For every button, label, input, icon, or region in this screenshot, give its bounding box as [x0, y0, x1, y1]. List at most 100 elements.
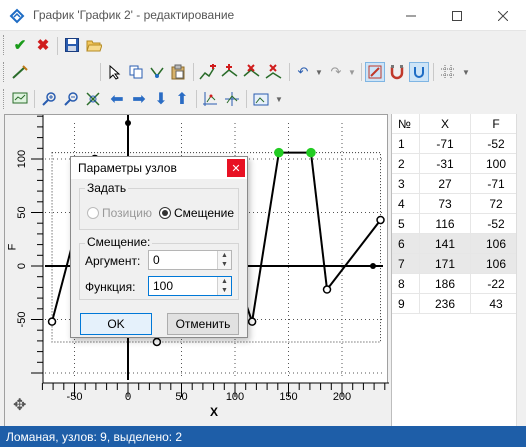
cell-number: 7 — [392, 254, 420, 274]
apply-button[interactable]: ✔ — [10, 35, 30, 55]
grid-settings-button[interactable] — [438, 62, 458, 82]
status-text: Ломаная, узлов: 9, выделено: 2 — [6, 430, 183, 444]
redo-dropdown[interactable]: ▼ — [342, 62, 362, 82]
magnet-button[interactable] — [387, 62, 407, 82]
delete-node-button[interactable] — [264, 62, 284, 82]
magnet-icon — [390, 65, 404, 80]
snap-nodes-toggle[interactable] — [365, 62, 385, 82]
radio-position[interactable]: Позицию — [87, 206, 152, 220]
pan-move-icon[interactable]: ✥ — [13, 395, 26, 415]
graph-node-selected[interactable] — [274, 147, 284, 158]
table-row[interactable]: 5 116 -52 — [392, 214, 526, 234]
minimize-button[interactable] — [388, 0, 434, 31]
graph-node[interactable] — [322, 285, 332, 294]
radio-offset[interactable]: Смещение — [159, 206, 234, 220]
move-nodes-button[interactable] — [222, 89, 242, 109]
table-row[interactable]: 2 -31 100 — [392, 154, 526, 174]
window-title: График 'График 2' - редактирование — [33, 8, 235, 22]
separator — [196, 90, 197, 108]
paste-button[interactable] — [168, 62, 188, 82]
minimize-icon — [406, 15, 416, 16]
spinner-buttons[interactable]: ▲ ▼ — [217, 277, 231, 295]
function-label: Функция: — [85, 280, 136, 294]
separator — [193, 63, 194, 81]
pan-up-button[interactable]: ⬆ — [172, 89, 192, 109]
grid-dropdown[interactable]: ▼ — [456, 62, 476, 82]
add-node-button[interactable] — [198, 62, 218, 82]
arrow-down-icon: ⬇ — [154, 91, 168, 108]
monitor-icon — [12, 92, 28, 104]
cancel-edit-button[interactable]: ✖ — [33, 35, 53, 55]
table-row[interactable]: 7 171 106 — [392, 254, 526, 274]
toolbar-grip — [3, 62, 6, 82]
table-row[interactable]: 4 73 72 — [392, 194, 526, 214]
save-button[interactable] — [62, 35, 82, 55]
chevron-up-icon: ▲ — [221, 278, 228, 285]
cell-x: -31 — [420, 154, 471, 174]
table-row[interactable]: 9 236 43 — [392, 294, 526, 314]
spinner-buttons[interactable]: ▲ ▼ — [217, 251, 231, 269]
line-style-button[interactable] — [10, 62, 30, 82]
separator — [361, 63, 362, 81]
close-icon — [498, 10, 508, 21]
graph-node[interactable] — [247, 317, 257, 326]
argument-spinner[interactable]: 0 ▲ ▼ — [148, 250, 232, 270]
maximize-button[interactable] — [434, 0, 480, 31]
table-row[interactable]: 6 141 106 — [392, 234, 526, 254]
move-nodes-icon — [225, 92, 239, 106]
cancel-button[interactable]: Отменить — [167, 313, 239, 335]
select-tool-button[interactable] — [105, 62, 125, 82]
export-dropdown[interactable]: ▼ — [269, 89, 289, 109]
delete-segment-button[interactable] — [242, 62, 262, 82]
table-row[interactable]: 8 186 -22 — [392, 274, 526, 294]
close-window-button[interactable] — [480, 0, 526, 31]
redo-icon: ↷ — [330, 64, 342, 79]
cell-f: 72 — [471, 194, 522, 214]
snap-node-icon — [368, 65, 382, 79]
zoom-fit-button[interactable] — [83, 89, 103, 109]
header-x: X — [420, 114, 471, 134]
connect-nodes-button[interactable] — [147, 62, 167, 82]
fit-view-button[interactable] — [10, 89, 30, 109]
table-scrollbar[interactable] — [516, 114, 526, 426]
snap-grid-toggle[interactable] — [409, 62, 429, 82]
table-row[interactable]: 1 -71 -52 — [392, 134, 526, 154]
chevron-down-icon: ▼ — [462, 67, 470, 77]
pan-down-button[interactable]: ⬇ — [151, 89, 171, 109]
zoom-out-icon — [64, 92, 78, 106]
node-params-button[interactable] — [200, 89, 220, 109]
graph-node[interactable] — [47, 317, 57, 326]
radio-circle — [87, 207, 99, 219]
copy-button[interactable] — [126, 62, 146, 82]
zoom-fit-icon — [86, 92, 100, 106]
y-axis-end-marker — [125, 120, 131, 126]
graph-node[interactable] — [376, 215, 385, 225]
function-spinner[interactable]: 100 ▲ ▼ — [148, 276, 232, 296]
cell-x: 186 — [420, 274, 471, 294]
x-tick-label: 0 — [125, 391, 131, 403]
zoom-out-button[interactable] — [61, 89, 81, 109]
argument-value: 0 — [153, 253, 160, 267]
cell-number: 8 — [392, 274, 420, 294]
image-export-button[interactable] — [251, 89, 271, 109]
table-row[interactable]: 3 27 -71 — [392, 174, 526, 194]
graph-segment — [326, 219, 382, 291]
maximize-icon — [452, 10, 462, 21]
insert-node-button[interactable] — [220, 62, 240, 82]
nodes-table[interactable]: № X F 1 -71 -52 2 -31 100 3 27 -71 4 73 72 5 116 -52 6 1… — [391, 114, 526, 426]
delete-segment-icon — [243, 64, 260, 77]
cell-f: 43 — [471, 294, 522, 314]
ok-button[interactable]: OK — [80, 313, 152, 335]
cell-x: 116 — [420, 214, 471, 234]
graph-node[interactable] — [152, 337, 162, 347]
add-node-icon — [199, 64, 216, 80]
cell-x: 141 — [420, 234, 471, 254]
dialog-close-button[interactable]: ✕ — [227, 159, 245, 177]
graph-node-selected[interactable] — [306, 147, 316, 158]
pan-left-button[interactable]: ⬅ — [107, 89, 127, 109]
pan-right-button[interactable]: ➡ — [129, 89, 149, 109]
open-button[interactable] — [84, 35, 104, 55]
title-bar: График 'График 2' - редактирование — [0, 0, 526, 31]
zoom-in-button[interactable] — [39, 89, 59, 109]
cell-x: 171 — [420, 254, 471, 274]
